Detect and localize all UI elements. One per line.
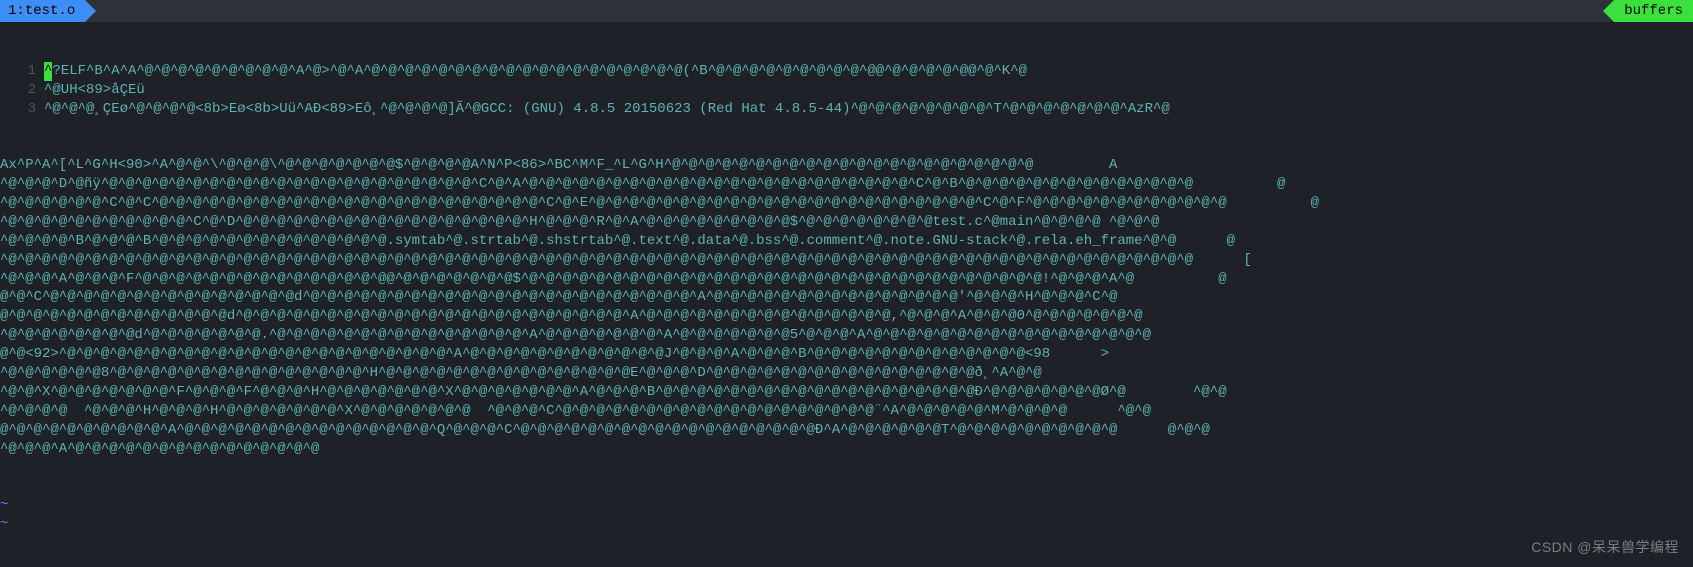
code-line-wrap[interactable]: Ax^P^A^[^L^G^H<90>^A^@^@^\^@^@^@\^@^@^@^… (0, 156, 1693, 175)
line-content: ^@^@^@^@^@^@^@^@^@^@^@^C^@^D^@^@^@^@^@^@… (0, 213, 1693, 232)
tab-index: 1 (8, 2, 16, 21)
buffers-label[interactable]: buffers (1614, 0, 1693, 22)
line-content: ^@^@^@¸ÇEø^@^@^@^@<8b>Eø<8b>Uü^AÐ<89>Eô¸… (44, 100, 1693, 119)
line-content: @^@^@^@^@^@^@^@^@^@^@^@^@^@d^@^@^@^@^@^@… (0, 307, 1693, 326)
code-line[interactable]: 1^?ELF^B^A^A^@^@^@^@^@^@^@^@^@^A^@>^@^A^… (0, 62, 1693, 81)
tilde-icon: ~ (0, 515, 8, 534)
line-content: Ax^P^A^[^L^G^H<90>^A^@^@^\^@^@^@\^@^@^@^… (0, 156, 1693, 175)
empty-line: ~ (0, 515, 1693, 534)
line-content: ^@^@^@^D^@ñÿ^@^@^@^@^@^@^@^@^@^@^@^@^@^@… (0, 175, 1693, 194)
code-line-wrap[interactable]: ^@^@^@^@^@^@^@^@^@^@^@^@^@^@^@^@^@^@^@^@… (0, 251, 1693, 270)
code-line-wrap[interactable]: ^@^@^@^A^@^@^@^@^@^@^@^@^@^@^@^@^@^@^@ (0, 440, 1693, 459)
buffer-tab[interactable]: 1: test.o (0, 0, 85, 22)
code-line-wrap[interactable]: @^@<92>^@^@^@^@^@^@^@^@^@^@^@^@^@^@^@^@^… (0, 345, 1693, 364)
line-content: ^@^@^@^@ ^@^@^@^H^@^@^@^H^@^@^@^@^@^@^@^… (0, 402, 1693, 421)
line-number: 2 (0, 81, 44, 100)
line-content: @^@<92>^@^@^@^@^@^@^@^@^@^@^@^@^@^@^@^@^… (0, 345, 1693, 364)
code-line-wrap[interactable]: ^@^@^@^A^@^@^@^F^@^@^@^@^@^@^@^@^@^@^@^@… (0, 270, 1693, 289)
code-line-wrap[interactable]: ^@^@^@^@^@^@8^@^@^@^@^@^@^@^@^@^@^@^@^@^… (0, 364, 1693, 383)
line-content: ^@UH<89>åÇEü (44, 81, 1693, 100)
code-line-wrap[interactable]: ^@^@^X^@^@^@^@^@^@^@^F^@^@^@^F^@^@^@^H^@… (0, 383, 1693, 402)
code-line-wrap[interactable]: ^@^@^@^@^@^@^@^@^@^@^@^C^@^D^@^@^@^@^@^@… (0, 213, 1693, 232)
line-content: ^?ELF^B^A^A^@^@^@^@^@^@^@^@^@^A^@>^@^A^@… (44, 62, 1693, 81)
editor-area[interactable]: 1^?ELF^B^A^A^@^@^@^@^@^@^@^@^@^A^@>^@^A^… (0, 22, 1693, 553)
tilde-icon: ~ (0, 496, 8, 515)
line-content: ^@^@^@^@^@^@8^@^@^@^@^@^@^@^@^@^@^@^@^@^… (0, 364, 1693, 383)
code-line-wrap[interactable]: ^@^@^@^@^@^@^@^@d^@^@^@^@^@^@^@.^@^@^@^@… (0, 326, 1693, 345)
code-line-wrap[interactable]: @^@^C^@^@^@^@^@^@^@^@^@^@^@^@^@^@^@d^@^@… (0, 288, 1693, 307)
line-content: ^@^@^X^@^@^@^@^@^@^@^F^@^@^@^F^@^@^@^H^@… (0, 383, 1693, 402)
line-content: ^@^@^@^@^@^@^@^@^@^@^@^@^@^@^@^@^@^@^@^@… (0, 251, 1693, 270)
line-content: ^@^@^@^A^@^@^@^@^@^@^@^@^@^@^@^@^@^@^@ (0, 440, 1693, 459)
cursor: ^ (44, 62, 52, 81)
code-line[interactable]: 3^@^@^@¸ÇEø^@^@^@^@<8b>Eø<8b>Uü^AÐ<89>Eô… (0, 100, 1693, 119)
watermark: CSDN @呆呆兽学编程 (1531, 538, 1679, 557)
code-line-wrap[interactable]: ^@^@^@^D^@ñÿ^@^@^@^@^@^@^@^@^@^@^@^@^@^@… (0, 175, 1693, 194)
line-content: ^@^@^@^@^B^@^@^@^B^@^@^@^@^@^@^@^@^@^@^@… (0, 232, 1693, 251)
line-content: @^@^@^@^@^@^@^@^@^@^A^@^@^@^@^@^@^@^@^@^… (0, 421, 1693, 440)
code-line-wrap[interactable]: ^@^@^@^@ ^@^@^@^H^@^@^@^H^@^@^@^@^@^@^@^… (0, 402, 1693, 421)
empty-line: ~ (0, 496, 1693, 515)
line-content: @^@^C^@^@^@^@^@^@^@^@^@^@^@^@^@^@^@d^@^@… (0, 288, 1693, 307)
code-line-wrap[interactable]: @^@^@^@^@^@^@^@^@^@^A^@^@^@^@^@^@^@^@^@^… (0, 421, 1693, 440)
line-content: ^@^@^@^@^@^@^@^@d^@^@^@^@^@^@^@.^@^@^@^@… (0, 326, 1693, 345)
line-number: 1 (0, 62, 44, 81)
line-content: ^@^@^@^@^@^@^C^@^C^@^@^@^@^@^@^@^@^@^@^@… (0, 194, 1693, 213)
code-line-wrap[interactable]: ^@^@^@^@^B^@^@^@^B^@^@^@^@^@^@^@^@^@^@^@… (0, 232, 1693, 251)
line-content: ^@^@^@^A^@^@^@^F^@^@^@^@^@^@^@^@^@^@^@^@… (0, 270, 1693, 289)
code-line-wrap[interactable]: @^@^@^@^@^@^@^@^@^@^@^@^@^@d^@^@^@^@^@^@… (0, 307, 1693, 326)
line-number: 3 (0, 100, 44, 119)
tab-bar: 1: test.o buffers (0, 0, 1693, 22)
code-line-wrap[interactable]: ^@^@^@^@^@^@^C^@^C^@^@^@^@^@^@^@^@^@^@^@… (0, 194, 1693, 213)
tab-filename: test.o (25, 2, 75, 21)
code-line[interactable]: 2^@UH<89>åÇEü (0, 81, 1693, 100)
